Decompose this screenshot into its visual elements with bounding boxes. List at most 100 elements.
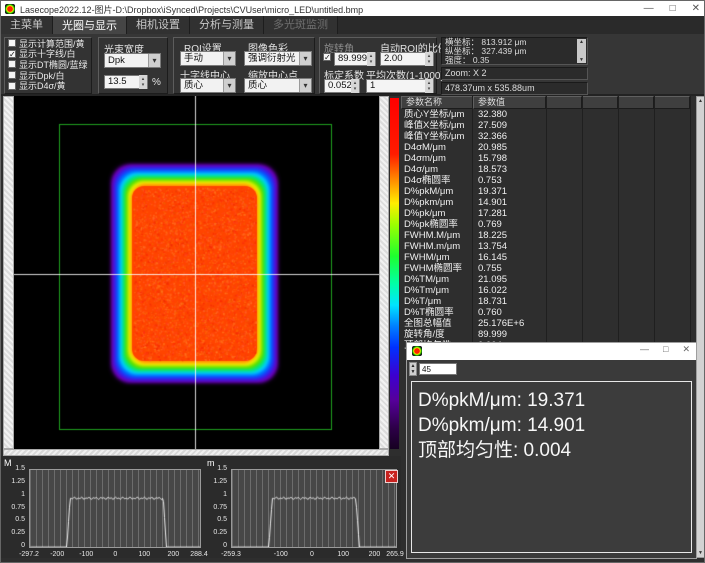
plot-close-icon[interactable]: ✕	[385, 470, 398, 483]
calib-coef-spinner[interactable]: 0.052	[324, 79, 360, 93]
avg-count-spinner[interactable]: 1	[366, 79, 434, 93]
table-row[interactable]: 峰值Y坐标/μm32.366	[401, 131, 696, 142]
table-row[interactable]: D4σM/μm20.985	[401, 142, 696, 153]
table-row[interactable]: 旋转角/度89.999	[401, 329, 696, 340]
table-row[interactable]: D%T椭圆率0.760	[401, 307, 696, 318]
auto-roi-spinner[interactable]: 2.00	[380, 52, 434, 66]
table-header-empty[interactable]	[654, 96, 690, 109]
param-value: 0.769	[473, 219, 546, 230]
checkbox-icon[interactable]: ✓	[8, 50, 16, 58]
x-tick-label: -200	[50, 551, 64, 558]
window-title: Lasecope2022.12-图片-D:\Dropbox\iSynced\Pr…	[20, 3, 363, 16]
param-value: 18.225	[473, 230, 546, 241]
table-header-empty[interactable]	[546, 96, 582, 109]
table-row[interactable]: FWHM.M/μm18.225	[401, 230, 696, 241]
font-size-input[interactable]: 45	[419, 363, 457, 375]
param-name: D%TM/μm	[401, 274, 473, 285]
table-header-empty[interactable]	[618, 96, 654, 109]
checkbox-icon[interactable]	[8, 82, 16, 90]
x-tick-label: 200	[369, 551, 381, 558]
y-tick-label: 0.75	[3, 504, 25, 511]
y-tick-label: 0	[3, 542, 25, 549]
table-row[interactable]: D4σ/μm18.573	[401, 164, 696, 175]
checkbox-icon[interactable]	[8, 60, 16, 68]
crosshair-center-combo[interactable]: 质心	[180, 78, 236, 93]
table-row[interactable]: 峰值X坐标/μm27.509	[401, 120, 696, 131]
param-name: 峰值X坐标/μm	[401, 120, 473, 131]
param-name: 质心Y坐标/μm	[401, 109, 473, 120]
image-left-scrollbar[interactable]	[3, 96, 14, 449]
checkbox-icon[interactable]	[8, 39, 16, 47]
table-row[interactable]: D%pkM/μm19.371	[401, 186, 696, 197]
table-scrollbar[interactable]	[696, 96, 705, 558]
close-icon[interactable]: ✕	[682, 344, 690, 355]
y-tick-label: 0.25	[205, 529, 227, 536]
table-row[interactable]: D%pk/μm17.281	[401, 208, 696, 219]
table-row[interactable]: FWHM椭圆率0.755	[401, 263, 696, 274]
roi-mode-combo[interactable]: 手动	[180, 51, 236, 66]
font-size-stepper[interactable]: ▲▼	[409, 362, 417, 376]
float-title-bar[interactable]: — □ ✕	[407, 343, 696, 360]
table-row[interactable]: D4σm/μm15.798	[401, 153, 696, 164]
rotation-spinner[interactable]: 89.999	[334, 52, 376, 66]
tab-main-menu[interactable]: 主菜单	[1, 16, 53, 34]
profile-plot-minor: m ✕ 00.250.50.7511.251.5 -259.3-10001002…	[205, 456, 401, 558]
readout-scrollbar[interactable]	[577, 39, 586, 63]
tab-aperture-display[interactable]: 光圈与显示	[53, 16, 127, 34]
title-bar[interactable]: Lasecope2022.12-图片-D:\Dropbox\iSynced\Pr…	[1, 1, 705, 16]
param-name: D%pk/μm	[401, 208, 473, 219]
table-row[interactable]: D%pkm/μm14.901	[401, 197, 696, 208]
tab-bar: 主菜单 光圈与显示 相机设置 分析与测量 多光斑监测	[1, 16, 705, 34]
param-value: 13.754	[473, 241, 546, 252]
results-float-window[interactable]: — □ ✕ ▲▼ 45 D%pkM/μm: 19.371 D%pkm/μm: 1…	[406, 342, 697, 559]
table-row[interactable]: FWHM/μm16.145	[401, 252, 696, 263]
y-tick-label: 0.25	[3, 529, 25, 536]
beam-heatmap-canvas[interactable]	[14, 96, 379, 449]
param-name: D%pkM/μm	[401, 186, 473, 197]
minimize-icon[interactable]: —	[640, 344, 649, 355]
table-row[interactable]: D%TM/μm21.095	[401, 274, 696, 285]
image-bottom-scrollbar[interactable]	[3, 449, 389, 456]
app-icon	[5, 4, 15, 14]
param-value: 0.760	[473, 307, 546, 318]
image-right-scrollbar[interactable]	[379, 96, 389, 449]
close-icon[interactable]: ✕	[692, 1, 700, 16]
table-row[interactable]: D%Tm/μm16.022	[401, 285, 696, 296]
y-tick-label: 0	[205, 542, 227, 549]
result-dpkM: D%pkM/μm: 19.371	[412, 388, 691, 413]
checkbox-show-d4sigma[interactable]: 显示D4σ/黄	[8, 80, 91, 91]
param-value: 89.999	[473, 329, 546, 340]
table-row[interactable]: D%T/μm18.731	[401, 296, 696, 307]
table-header-row: 参数名称 参数值	[401, 96, 696, 109]
tab-camera-settings[interactable]: 相机设置	[127, 16, 190, 34]
beam-image-display[interactable]	[14, 96, 379, 449]
table-row[interactable]: 全图总幅值25.176E+6	[401, 318, 696, 329]
minimize-icon[interactable]: —	[644, 1, 654, 16]
plot-area-m[interactable]	[231, 469, 397, 548]
image-color-combo[interactable]: 强调衍射光	[244, 51, 312, 66]
param-name: FWHM/μm	[401, 252, 473, 263]
param-name: FWHM.M/μm	[401, 230, 473, 241]
beam-width-spinner[interactable]: 13.5	[104, 75, 148, 89]
table-header-name[interactable]: 参数名称	[401, 96, 473, 109]
beam-width-combo[interactable]: Dpk	[104, 53, 161, 68]
colorbar	[390, 98, 399, 449]
rotation-checkbox-icon[interactable]: ✓	[323, 53, 331, 61]
y-tick-label: 0.5	[3, 516, 25, 523]
param-value: 27.509	[473, 120, 546, 131]
table-row[interactable]: 质心Y坐标/μm32.380	[401, 109, 696, 120]
zoom-center-combo[interactable]: 质心	[244, 78, 312, 93]
table-row[interactable]: D%pk椭圆率0.769	[401, 219, 696, 230]
maximize-icon[interactable]: □	[670, 1, 676, 16]
table-row[interactable]: FWHM.m/μm13.754	[401, 241, 696, 252]
x-tick-label: 265.9	[386, 551, 404, 558]
table-header-empty[interactable]	[582, 96, 618, 109]
param-name: 旋转角/度	[401, 329, 473, 340]
tab-analysis-measure[interactable]: 分析与测量	[190, 16, 264, 34]
maximize-icon[interactable]: □	[663, 344, 668, 355]
table-header-value[interactable]: 参数值	[473, 96, 546, 109]
app-icon	[412, 346, 422, 356]
checkbox-icon[interactable]	[8, 71, 16, 79]
plot-area-M[interactable]	[29, 469, 201, 548]
table-row[interactable]: D4σ椭圆率0.753	[401, 175, 696, 186]
